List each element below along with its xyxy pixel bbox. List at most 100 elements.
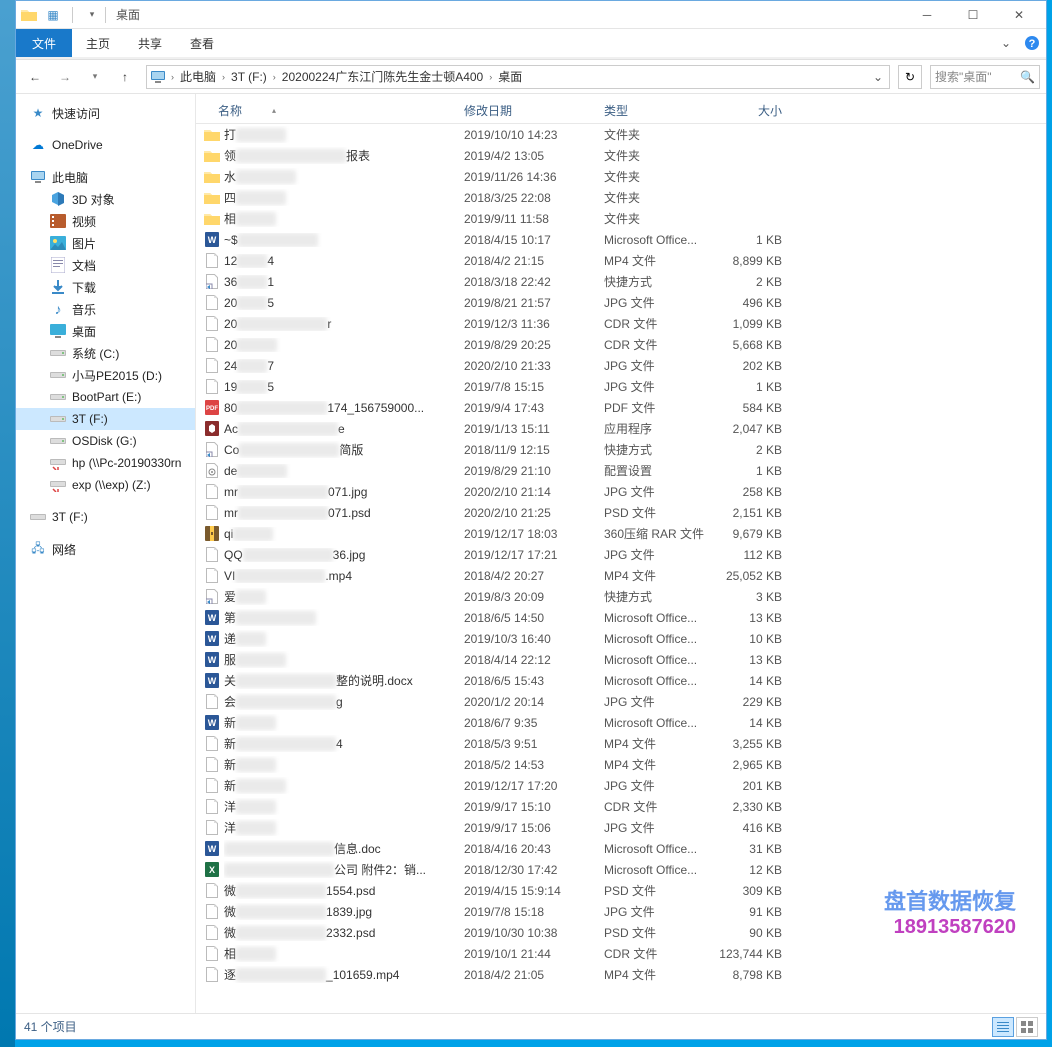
nav-item[interactable]: 桌面	[16, 320, 195, 342]
forward-button[interactable]: →	[52, 64, 78, 90]
nav-item[interactable]: exp (\\exp) (Z:)	[16, 474, 195, 496]
thumbnails-view-button[interactable]	[1016, 1017, 1038, 1037]
file-row[interactable]: qi2019/12/17 18:03360压缩 RAR 文件9,679 KB	[196, 523, 1046, 544]
help-icon[interactable]: ?	[1018, 29, 1046, 57]
file-row[interactable]: 2052019/8/21 21:57JPG 文件496 KB	[196, 292, 1046, 313]
col-name[interactable]: 名称▴	[196, 102, 456, 119]
address-bar[interactable]: › 此电脑 › 3T (F:) › 20200224广东江门陈先生金士顿A400…	[146, 65, 890, 89]
chevron-right-icon[interactable]: ›	[271, 72, 278, 82]
file-row[interactable]: 爱2019/8/3 20:09快捷方式3 KB	[196, 586, 1046, 607]
file-row[interactable]: 微1839.jpg2019/7/8 15:18JPG 文件91 KB	[196, 901, 1046, 922]
file-row[interactable]: W~$2018/4/15 10:17Microsoft Office...1 K…	[196, 229, 1046, 250]
file-row[interactable]: QQ36.jpg2019/12/17 17:21JPG 文件112 KB	[196, 544, 1046, 565]
col-date[interactable]: 修改日期	[456, 102, 596, 119]
nav-item[interactable]: 图片	[16, 232, 195, 254]
breadcrumb-seg[interactable]: 3T (F:)	[227, 70, 271, 84]
col-type[interactable]: 类型	[596, 102, 714, 119]
search-input[interactable]: 搜索"桌面" 🔍	[930, 65, 1040, 89]
tab-view[interactable]: 查看	[176, 29, 228, 57]
file-row[interactable]: W信息.doc2018/4/16 20:43Microsoft Office..…	[196, 838, 1046, 859]
file-row[interactable]: W服2018/4/14 22:12Microsoft Office...13 K…	[196, 649, 1046, 670]
nav-item[interactable]: 3D 对象	[16, 188, 195, 210]
file-row[interactable]: Ace2019/1/13 15:11应用程序2,047 KB	[196, 418, 1046, 439]
nav-item[interactable]: 小马PE2015 (D:)	[16, 364, 195, 386]
file-row[interactable]: 微2332.psd2019/10/30 10:38PSD 文件90 KB	[196, 922, 1046, 943]
file-row[interactable]: de2019/8/29 21:10配置设置1 KB	[196, 460, 1046, 481]
file-row[interactable]: 新2018/5/2 14:53MP4 文件2,965 KB	[196, 754, 1046, 775]
file-row[interactable]: 微1554.psd2019/4/15 15:9:14PSD 文件309 KB	[196, 880, 1046, 901]
file-row[interactable]: 水2019/11/26 14:36文件夹	[196, 166, 1046, 187]
nav-item[interactable]: OSDisk (G:)	[16, 430, 195, 452]
back-button[interactable]: ←	[22, 64, 48, 90]
close-button[interactable]: ✕	[996, 1, 1042, 29]
nav-item[interactable]: BootPart (E:)	[16, 386, 195, 408]
file-row[interactable]: mr071.jpg2020/2/10 21:14JPG 文件258 KB	[196, 481, 1046, 502]
file-row[interactable]: 新2019/12/17 17:20JPG 文件201 KB	[196, 775, 1046, 796]
file-tab[interactable]: 文件	[16, 29, 72, 57]
nav-item[interactable]: hp (\\Pc-20190330rn	[16, 452, 195, 474]
up-button[interactable]: ↑	[112, 64, 138, 90]
file-row[interactable]: 洋2019/9/17 15:10CDR 文件2,330 KB	[196, 796, 1046, 817]
nav-item[interactable]: ♪音乐	[16, 298, 195, 320]
file-row[interactable]: 相2019/9/11 11:58文件夹	[196, 208, 1046, 229]
file-row[interactable]: 1952019/7/8 15:15JPG 文件1 KB	[196, 376, 1046, 397]
nav-network[interactable]: 🖧 网络	[16, 538, 195, 560]
file-row[interactable]: 领报表2019/4/2 13:05文件夹	[196, 145, 1046, 166]
file-row[interactable]: 新42018/5/3 9:51MP4 文件3,255 KB	[196, 733, 1046, 754]
file-row[interactable]: W新2018/6/7 9:35Microsoft Office...14 KB	[196, 712, 1046, 733]
file-row[interactable]: W第2018/6/5 14:50Microsoft Office...13 KB	[196, 607, 1046, 628]
recent-dropdown-icon[interactable]: ▾	[82, 64, 108, 90]
file-row[interactable]: PDF80174_156759000...2019/9/4 17:43PDF 文…	[196, 397, 1046, 418]
file-row[interactable]: 会g2020/1/2 20:14JPG 文件229 KB	[196, 691, 1046, 712]
file-row[interactable]: VI.mp42018/4/2 20:27MP4 文件25,052 KB	[196, 565, 1046, 586]
file-row[interactable]: 逐_101659.mp42018/4/2 21:05MP4 文件8,798 KB	[196, 964, 1046, 985]
file-row[interactable]: 1242018/4/2 21:15MP4 文件8,899 KB	[196, 250, 1046, 271]
file-row[interactable]: 四2018/3/25 22:08文件夹	[196, 187, 1046, 208]
search-icon: 🔍	[1020, 70, 1035, 84]
breadcrumb-seg[interactable]: 此电脑	[176, 68, 220, 85]
nav-drive-ext[interactable]: 3T (F:)	[16, 506, 195, 528]
file-row[interactable]: 3612018/3/18 22:42快捷方式2 KB	[196, 271, 1046, 292]
file-list[interactable]: 打2019/10/10 14:23文件夹领报表2019/4/2 13:05文件夹…	[196, 124, 1046, 1013]
file-row[interactable]: W递2019/10/3 16:40Microsoft Office...10 K…	[196, 628, 1046, 649]
nav-item[interactable]: 下载	[16, 276, 195, 298]
nav-onedrive[interactable]: ☁ OneDrive	[16, 134, 195, 156]
file-row[interactable]: Co简版2018/11/9 12:15快捷方式2 KB	[196, 439, 1046, 460]
chevron-right-icon[interactable]: ›	[169, 72, 176, 82]
ribbon-expand-icon[interactable]: ⌄	[994, 29, 1018, 57]
file-row[interactable]: mr071.psd2020/2/10 21:25PSD 文件2,151 KB	[196, 502, 1046, 523]
minimize-button[interactable]: ─	[904, 1, 950, 29]
nav-item[interactable]: 系统 (C:)	[16, 342, 195, 364]
nav-item[interactable]: 3T (F:)	[16, 408, 195, 430]
tab-share[interactable]: 共享	[124, 29, 176, 57]
breadcrumb-seg[interactable]: 20200224广东江门陈先生金士顿A400	[278, 68, 487, 85]
file-type-icon	[204, 211, 220, 227]
col-size[interactable]: 大小	[714, 102, 794, 119]
file-row[interactable]: 洋2019/9/17 15:06JPG 文件416 KB	[196, 817, 1046, 838]
maximize-button[interactable]: ☐	[950, 1, 996, 29]
file-row[interactable]: 20r2019/12/3 11:36CDR 文件1,099 KB	[196, 313, 1046, 334]
chevron-right-icon[interactable]: ›	[220, 72, 227, 82]
file-row[interactable]: 202019/8/29 20:25CDR 文件5,668 KB	[196, 334, 1046, 355]
file-date: 2019/10/10 14:23	[456, 128, 596, 142]
file-row[interactable]: W关整的说明.docx2018/6/5 15:43Microsoft Offic…	[196, 670, 1046, 691]
tab-home[interactable]: 主页	[72, 29, 124, 57]
file-row[interactable]: X公司 附件2：销...2018/12/30 17:42Microsoft Of…	[196, 859, 1046, 880]
file-row[interactable]: 打2019/10/10 14:23文件夹	[196, 124, 1046, 145]
qat-dropdown-icon[interactable]: ▾	[83, 6, 101, 24]
nav-quick-access[interactable]: ★ 快速访问	[16, 102, 195, 124]
file-type-icon	[204, 883, 220, 899]
file-row[interactable]: 2472020/2/10 21:33JPG 文件202 KB	[196, 355, 1046, 376]
file-type: Microsoft Office...	[596, 863, 714, 877]
details-view-button[interactable]	[992, 1017, 1014, 1037]
nav-item[interactable]: 视频	[16, 210, 195, 232]
chevron-right-icon[interactable]: ›	[487, 72, 494, 82]
file-row[interactable]: 相2019/10/1 21:44CDR 文件123,744 KB	[196, 943, 1046, 964]
properties-icon[interactable]: ▦	[44, 6, 62, 24]
nav-item[interactable]: 文档	[16, 254, 195, 276]
address-dropdown-icon[interactable]: ⌄	[869, 70, 887, 84]
nav-this-pc[interactable]: 此电脑	[16, 166, 195, 188]
breadcrumb-seg[interactable]: 桌面	[494, 68, 526, 85]
file-name: 逐_101659.mp4	[224, 966, 456, 983]
refresh-button[interactable]: ↻	[898, 65, 922, 89]
